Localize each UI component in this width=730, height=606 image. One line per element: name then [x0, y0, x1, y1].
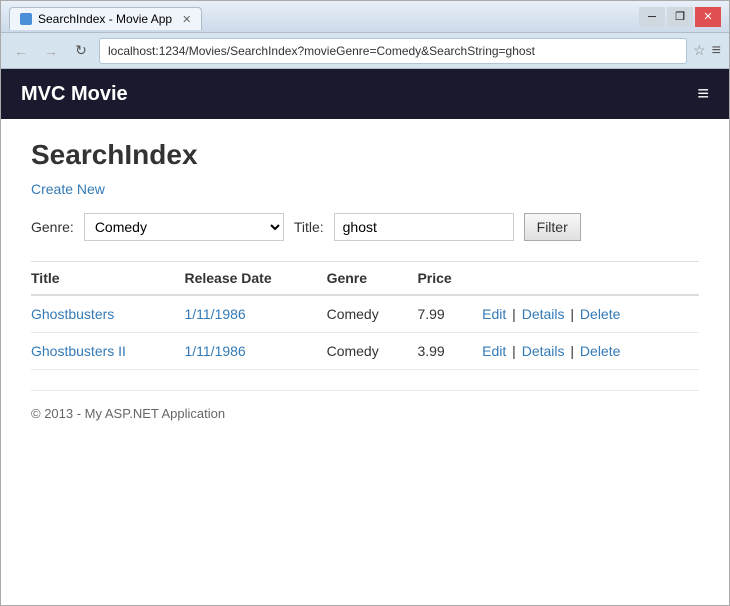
refresh-button[interactable]: ↻ [69, 39, 93, 63]
movie-table: Title Release Date Genre Price Ghostbust… [31, 261, 699, 370]
cell-actions: Edit | Details | Delete [482, 295, 699, 333]
address-bar: ← → ↻ ☆ ≡ [1, 33, 729, 69]
col-actions [482, 262, 699, 296]
bookmark-icon[interactable]: ☆ [693, 42, 706, 59]
cell-genre: Comedy [327, 333, 418, 370]
genre-label: Genre: [31, 219, 74, 235]
col-title: Title [31, 262, 184, 296]
title-input[interactable] [334, 213, 514, 241]
movie-title-link[interactable]: Ghostbusters [31, 306, 114, 322]
filter-row: Genre: Comedy All Drama Action Horror Ti… [31, 213, 699, 241]
browser-menu-icon[interactable]: ≡ [712, 42, 721, 60]
forward-button[interactable]: → [39, 39, 63, 63]
app-title: MVC Movie [21, 83, 128, 106]
action-separator: | [508, 343, 519, 359]
action-separator: | [567, 343, 578, 359]
action-edit-link[interactable]: Edit [482, 306, 506, 322]
cell-price: 3.99 [417, 333, 482, 370]
close-button[interactable]: ✕ [695, 7, 721, 27]
movie-title-link[interactable]: Ghostbusters II [31, 343, 126, 359]
action-separator: | [567, 306, 578, 322]
tab-close-btn[interactable]: ✕ [182, 13, 191, 26]
col-price: Price [417, 262, 482, 296]
filter-button[interactable]: Filter [524, 213, 581, 241]
cell-date: 1/11/1986 [184, 295, 326, 333]
browser-window: SearchIndex - Movie App ✕ ─ ❐ ✕ ← → ↻ ☆ … [0, 0, 730, 606]
footer: © 2013 - My ASP.NET Application [31, 390, 699, 421]
hamburger-menu-icon[interactable]: ≡ [697, 83, 709, 106]
copyright-text: © 2013 - My ASP.NET Application [31, 406, 225, 421]
col-release-date: Release Date [184, 262, 326, 296]
app-navbar: MVC Movie ≡ [1, 69, 729, 119]
back-button[interactable]: ← [9, 39, 33, 63]
page-title: SearchIndex [31, 139, 699, 171]
restore-button[interactable]: ❐ [667, 7, 693, 27]
cell-actions: Edit | Details | Delete [482, 333, 699, 370]
cell-date: 1/11/1986 [184, 333, 326, 370]
action-separator: | [508, 306, 519, 322]
minimize-button[interactable]: ─ [639, 7, 665, 27]
table-header-row: Title Release Date Genre Price [31, 262, 699, 296]
cell-title: Ghostbusters II [31, 333, 184, 370]
table-row: Ghostbusters II 1/11/1986 Comedy3.99Edit |… [31, 333, 699, 370]
table-row: Ghostbusters 1/11/1986 Comedy7.99Edit | De… [31, 295, 699, 333]
cell-title: Ghostbusters [31, 295, 184, 333]
window-controls: ─ ❐ ✕ [639, 7, 721, 27]
cell-genre: Comedy [327, 295, 418, 333]
movie-date-link[interactable]: 1/11/1986 [184, 306, 245, 322]
create-new-link[interactable]: Create New [31, 181, 105, 197]
tab-favicon [20, 13, 32, 25]
action-edit-link[interactable]: Edit [482, 343, 506, 359]
address-input[interactable] [99, 38, 687, 64]
title-bar: SearchIndex - Movie App ✕ ─ ❐ ✕ [1, 1, 729, 33]
action-details-link[interactable]: Details [522, 343, 565, 359]
action-delete-link[interactable]: Delete [580, 306, 620, 322]
col-genre: Genre [327, 262, 418, 296]
movie-date-link[interactable]: 1/11/1986 [184, 343, 245, 359]
main-content: SearchIndex Create New Genre: Comedy All… [1, 119, 729, 605]
action-delete-link[interactable]: Delete [580, 343, 620, 359]
title-label: Title: [294, 219, 324, 235]
tab-title: SearchIndex - Movie App [38, 12, 172, 26]
cell-price: 7.99 [417, 295, 482, 333]
action-details-link[interactable]: Details [522, 306, 565, 322]
genre-select[interactable]: Comedy All Drama Action Horror [84, 213, 284, 241]
browser-tab[interactable]: SearchIndex - Movie App ✕ [9, 7, 202, 30]
